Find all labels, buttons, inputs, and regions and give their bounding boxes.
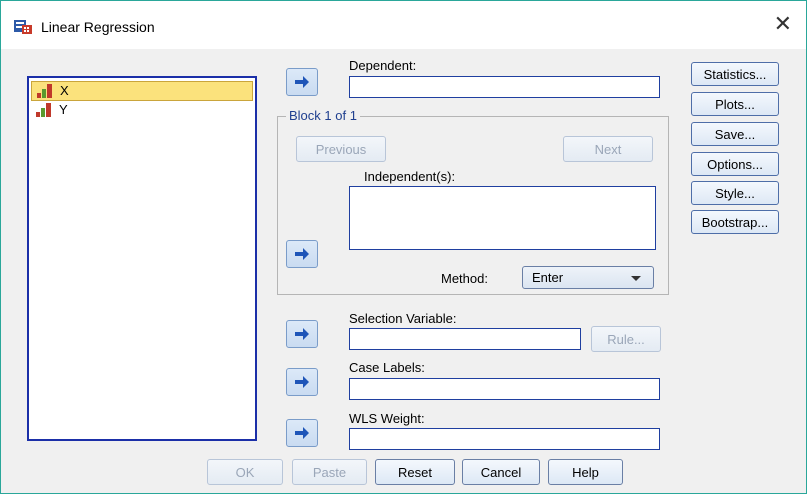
style-button[interactable]: Style... (691, 181, 779, 205)
move-to-selection-button[interactable] (286, 320, 318, 348)
cancel-button[interactable]: Cancel (462, 459, 540, 485)
rule-button[interactable]: Rule... (591, 326, 661, 352)
previous-button[interactable]: Previous (296, 136, 386, 162)
move-to-wls-weight-button[interactable] (286, 419, 318, 447)
move-to-independent-button[interactable] (286, 240, 318, 268)
move-arrow-icon (295, 376, 309, 388)
selection-variable-field[interactable] (349, 328, 581, 350)
wls-weight-field[interactable] (349, 428, 660, 450)
move-to-case-labels-button[interactable] (286, 368, 318, 396)
options-button[interactable]: Options... (691, 152, 779, 176)
plots-button[interactable]: Plots... (691, 92, 779, 116)
ok-button[interactable]: OK (207, 459, 283, 485)
case-labels-label: Case Labels: (349, 360, 425, 375)
scale-variable-icon (36, 103, 51, 117)
title-bar: Linear Regression ✕ (1, 1, 806, 49)
next-button[interactable]: Next (563, 136, 653, 162)
regression-dialog-icon (14, 20, 32, 34)
variable-name: X (60, 83, 69, 98)
paste-button[interactable]: Paste (292, 459, 367, 485)
independent-list[interactable] (349, 186, 656, 250)
move-arrow-icon (295, 248, 309, 260)
move-arrow-icon (295, 76, 309, 88)
move-to-dependent-button[interactable] (286, 68, 318, 96)
independent-label: Independent(s): (364, 169, 456, 184)
chevron-down-icon (631, 276, 641, 281)
method-value: Enter (532, 270, 564, 285)
list-item[interactable]: X (31, 81, 253, 101)
wls-weight-label: WLS Weight: (349, 411, 425, 426)
move-arrow-icon (295, 427, 309, 439)
bootstrap-button[interactable]: Bootstrap... (691, 210, 779, 234)
variable-name: Y (59, 102, 68, 117)
window-title: Linear Regression (41, 19, 155, 35)
save-button[interactable]: Save... (691, 122, 779, 146)
variable-list[interactable]: X Y (27, 76, 257, 441)
statistics-button[interactable]: Statistics... (691, 62, 779, 86)
help-button[interactable]: Help (548, 459, 623, 485)
move-arrow-icon (295, 328, 309, 340)
dependent-field[interactable] (349, 76, 660, 98)
method-select[interactable]: Enter (522, 266, 654, 289)
dependent-label: Dependent: (349, 58, 417, 73)
close-icon[interactable]: ✕ (774, 11, 792, 37)
reset-button[interactable]: Reset (375, 459, 455, 485)
scale-variable-icon (37, 84, 52, 98)
block-title: Block 1 of 1 (286, 108, 360, 123)
list-item[interactable]: Y (31, 101, 253, 119)
case-labels-field[interactable] (349, 378, 660, 400)
selection-variable-label: Selection Variable: (349, 311, 457, 326)
linear-regression-dialog: Linear Regression ✕ X Y Dependent: Block… (0, 0, 807, 494)
method-label: Method: (441, 271, 488, 286)
